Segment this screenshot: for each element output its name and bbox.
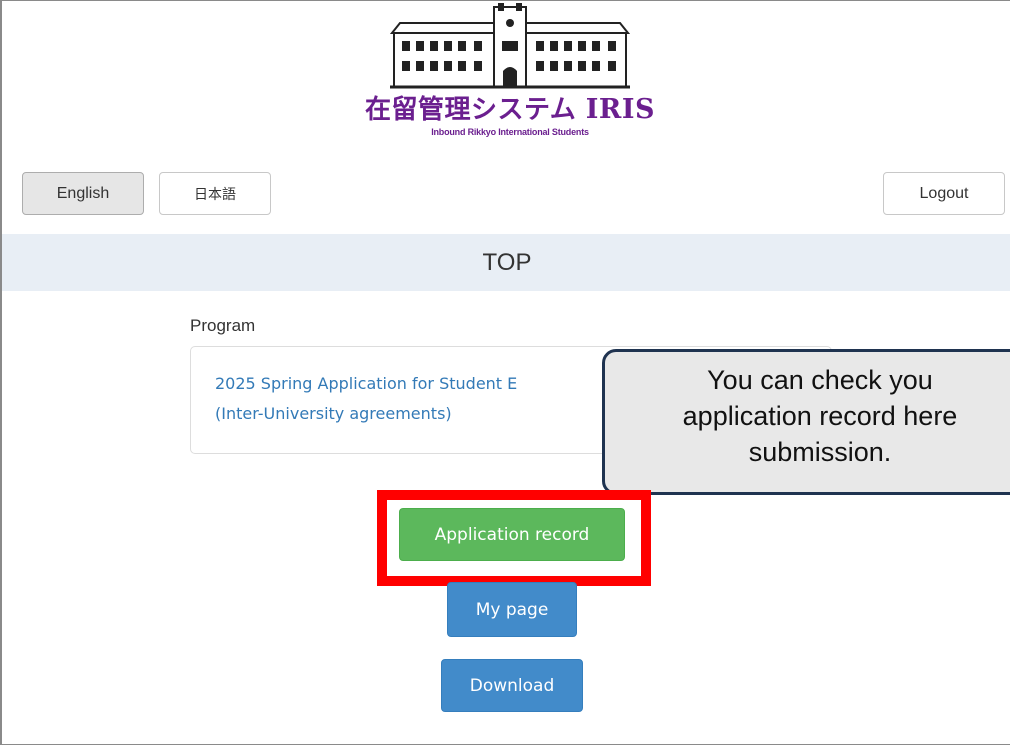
- logo-title-latin: IRIS: [585, 94, 655, 125]
- callout-line-1: You can check you: [707, 365, 933, 395]
- japanese-language-button[interactable]: 日本語: [159, 172, 271, 215]
- page-frame: 在留管理システム IRIS Inbound Rikkyo Internation…: [0, 0, 1010, 745]
- application-record-button[interactable]: Application record: [399, 508, 625, 561]
- program-link-line1[interactable]: 2025 Spring Application for Student E: [215, 369, 615, 399]
- page-title-bar: TOP: [2, 234, 1010, 291]
- logo-title: 在留管理システム IRIS: [342, 89, 678, 126]
- program-label: Program: [190, 316, 256, 335]
- logout-button[interactable]: Logout: [883, 172, 1005, 215]
- english-language-button[interactable]: English: [22, 172, 144, 215]
- instruction-callout: You can check you application record her…: [602, 349, 1010, 495]
- logo-subtitle: Inbound Rikkyo International Students: [431, 127, 589, 137]
- callout-text: You can check you application record her…: [605, 362, 1010, 470]
- building-logo-icon: [390, 3, 630, 89]
- my-page-button[interactable]: My page: [447, 582, 577, 637]
- callout-line-3: submission.: [748, 437, 892, 467]
- site-logo[interactable]: 在留管理システム IRIS Inbound Rikkyo Internation…: [342, 3, 678, 149]
- callout-line-2: application record here: [682, 401, 958, 431]
- logo-title-jp: 在留管理システム: [365, 95, 577, 125]
- program-link[interactable]: 2025 Spring Application for Student E (I…: [215, 369, 615, 429]
- download-button[interactable]: Download: [441, 659, 583, 712]
- page-title: TOP: [482, 248, 532, 276]
- program-link-line2[interactable]: (Inter-University agreements): [215, 399, 615, 429]
